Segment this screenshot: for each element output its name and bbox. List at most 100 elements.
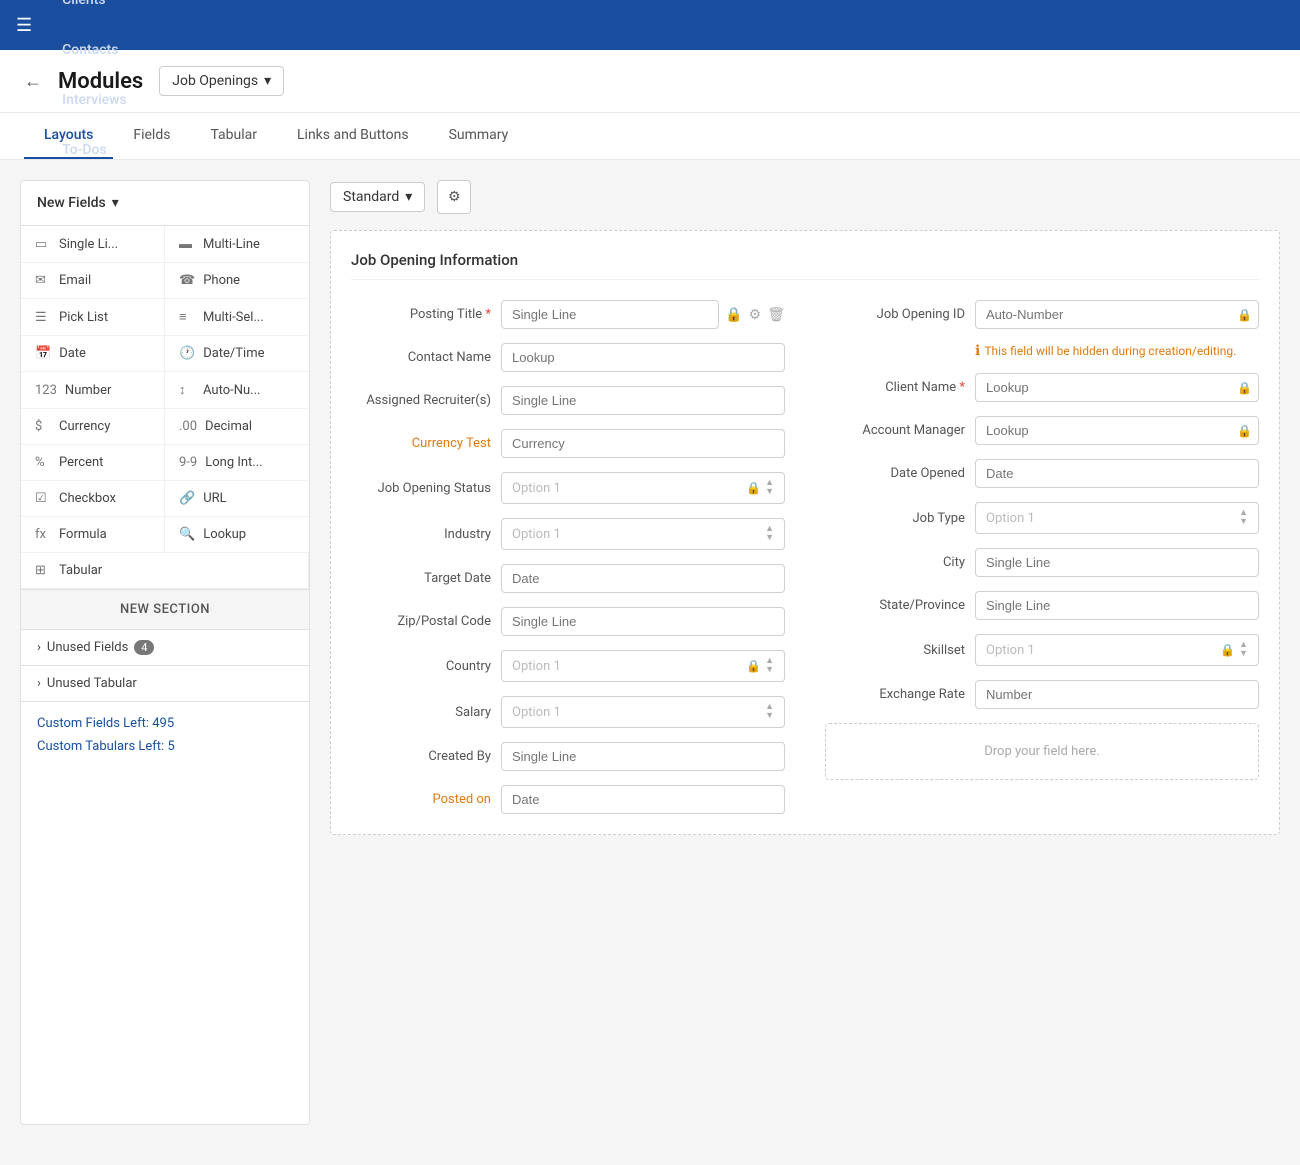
field-item-auto-nu---[interactable]: ↕Auto-Nu... [165,372,309,409]
field-item-checkbox[interactable]: ☑Checkbox [21,481,165,517]
field-type-icon: fx [35,527,51,542]
form-select-lock[interactable]: Option 1🔒▲▼ [975,634,1259,666]
nav-item-contacts[interactable]: Contacts [48,25,162,75]
form-field-input[interactable] [976,681,1258,708]
field-item-pick-list[interactable]: ☰Pick List [21,299,165,336]
form-field-input[interactable] [976,460,1258,487]
field-item-date[interactable]: 📅Date [21,336,165,372]
form-field-input[interactable] [502,608,784,635]
form-row: Client Name🔒 [825,373,1259,402]
field-type-icon: ☎ [179,273,195,288]
select-placeholder: Option 1 [986,511,1235,526]
field-type-icon: ☑ [35,491,51,506]
new-section-button[interactable]: NEW SECTION [21,590,309,630]
select-placeholder: Option 1 [512,705,761,720]
field-item-phone[interactable]: ☎Phone [165,263,309,299]
form-field-label: State/Province [825,598,965,613]
back-button[interactable]: ← [24,71,42,92]
field-item-date-time[interactable]: 🕐Date/Time [165,336,309,372]
select-arrows: ▲▼ [765,703,774,721]
form-field-label: Created By [351,749,491,764]
page-header: ← Modules Job Openings ▾ [0,50,1300,113]
field-item-formula[interactable]: fxFormula [21,517,165,553]
form-select[interactable]: Option 1▲▼ [501,518,785,550]
form-select[interactable]: Option 1 ▲▼ [501,696,785,728]
form-field-label: Country [351,659,491,674]
unused-fields-row[interactable]: › Unused Fields 4 [21,630,309,666]
form-input-wrap [501,564,785,593]
field-label: Date [59,346,86,361]
custom-tabulars-link[interactable]: Custom Tabulars Left: 5 [37,739,293,754]
field-type-icon: 🔍 [179,527,195,542]
trash-icon[interactable]: 🗑 [767,307,785,323]
form-field-label: Currency Test [351,436,491,451]
lock-icon: 🔒 [1220,643,1235,657]
form-field-input[interactable] [976,301,1231,328]
gear-button[interactable]: ⚙ [437,180,471,214]
form-row: Job Opening ID🔒 [825,300,1259,329]
form-field-label: Account Manager [825,423,965,438]
field-label: Currency [59,419,110,434]
form-input-wrap [975,548,1259,577]
field-item-email[interactable]: ✉Email [21,263,165,299]
tab-layouts[interactable]: Layouts [24,113,113,159]
info-text: ℹThis field will be hidden during creati… [975,343,1259,359]
field-label: URL [203,491,226,506]
form-field-input[interactable] [502,430,784,457]
field-item-currency[interactable]: $Currency [21,409,165,445]
module-dropdown[interactable]: Job Openings ▾ [159,66,284,96]
lock-icon: 🔒 [746,659,761,673]
new-fields-header[interactable]: New Fields ▾ [21,181,309,226]
field-item-number[interactable]: 123Number [21,372,165,409]
left-panel: New Fields ▾ ▭ Single Li... ▬Multi-Line✉Em… [20,180,310,1125]
standard-dropdown[interactable]: Standard ▾ [330,182,425,212]
tab-fields[interactable]: Fields [113,113,190,159]
posting-title-input[interactable] [501,300,719,329]
lock-icon: 🔒 [746,481,761,495]
form-select-lock[interactable]: Option 1🔒▲▼ [501,472,785,504]
gear-icon[interactable]: ⚙ [749,307,762,323]
field-item-percent[interactable]: %Percent [21,445,165,481]
page-title: Modules [58,69,143,94]
field-item-single-li---[interactable]: ▭ Single Li... [21,226,165,263]
form-field-input[interactable] [976,374,1231,401]
form-row: IndustryOption 1▲▼ [351,518,785,550]
form-select-lock[interactable]: Option 1🔒▲▼ [501,650,785,682]
form-select[interactable]: Option 1▲▼ [975,502,1259,534]
form-field-input[interactable] [976,417,1231,444]
form-input-wrap [501,785,785,814]
chevron-down-icon: ▾ [405,189,412,205]
form-field-input[interactable] [976,592,1258,619]
form-input-wrap [975,680,1259,709]
field-item-multi-sel---[interactable]: ≡Multi-Sel... [165,299,309,336]
chevron-down-icon: ▾ [112,195,119,211]
menu-icon[interactable]: ☰ [16,15,32,36]
field-item-long-int---[interactable]: 9-9Long Int... [165,445,309,481]
tab-tabular[interactable]: Tabular [190,113,277,159]
form-field-input[interactable] [502,565,784,592]
custom-fields-link[interactable]: Custom Fields Left: 495 [37,716,293,731]
form-field-input[interactable] [976,549,1258,576]
form-field-label: Zip/Postal Code [351,614,491,629]
navigation: ☰ HomeMy ActionsJob OpeningsCandidatesCl… [0,0,1300,50]
form-input-wrap [501,607,785,636]
field-item-tabular[interactable]: ⊞Tabular [21,553,309,589]
field-item-lookup[interactable]: 🔍Lookup [165,517,309,553]
field-item-url[interactable]: 🔗URL [165,481,309,517]
nav-item-clients[interactable]: Clients [48,0,162,25]
field-label: Single Li... [59,237,118,252]
form-field-input[interactable] [502,344,784,371]
form-field-label: Exchange Rate [825,687,965,702]
tab-summary[interactable]: Summary [429,113,529,159]
form-field-input[interactable] [502,786,784,813]
form-input-wrap: 🔒 [975,416,1259,445]
form-input-wrap [975,591,1259,620]
field-item-multi-line[interactable]: ▬Multi-Line [165,226,309,263]
form-field-input[interactable] [502,387,784,414]
field-item-decimal[interactable]: .00Decimal [165,409,309,445]
field-type-icon: ▭ [35,237,51,252]
unused-tabular-row[interactable]: › Unused Tabular [21,666,309,702]
tab-links-and-buttons[interactable]: Links and Buttons [277,113,429,159]
form-field-input[interactable] [502,743,784,770]
form-input-wrap [501,343,785,372]
